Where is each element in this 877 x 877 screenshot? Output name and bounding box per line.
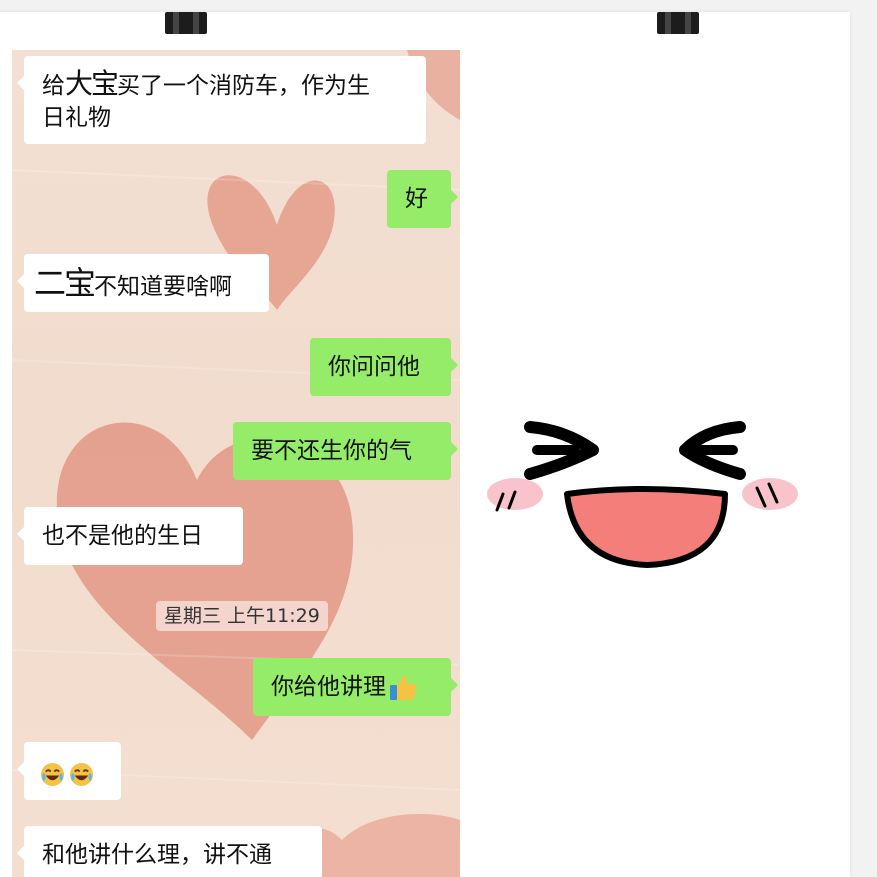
photo-board: 给大宝买了一个消防车，作为生 日礼物 好 二宝不知道要啥啊 你问问他 要不还生你… [0,12,850,877]
message-bubble-incoming[interactable]: 给大宝买了一个消防车，作为生 日礼物 [17,56,426,144]
message-text: 要不还生你的气 [251,438,412,464]
message-bubble-incoming[interactable] [17,742,121,800]
thumbs-up-icon [390,675,417,700]
message-text: 你问问他 [328,354,420,380]
message-bubble-outgoing[interactable]: 要不还生你的气 [233,422,458,480]
message-text: 不知道要啥啊 [94,274,233,300]
handwritten-overlay-text: 二宝 [34,264,96,302]
message-bubble-incoming[interactable]: 二宝不知道要啥啊 [17,254,269,312]
message-bubble-outgoing[interactable]: 好 [387,170,458,228]
message-bubble-outgoing[interactable]: 你问问他 [310,338,458,396]
message-text: 和他讲什么理，讲不通 [42,842,272,868]
message-bubble-incoming[interactable]: 也不是他的生日 [17,507,243,565]
handwritten-overlay-text: 大宝 [65,67,119,100]
binder-clip-icon [165,12,207,34]
message-bubble-outgoing[interactable]: 你给他讲理 [253,658,458,716]
message-text: 你给他讲理 [271,674,386,700]
chat-screenshot: 给大宝买了一个消防车，作为生 日礼物 好 二宝不知道要啥啊 你问问他 要不还生你… [12,50,460,877]
crying-laughing-face-icon [40,762,65,787]
chat-timestamp: 星期三 上午11:29 [156,601,328,631]
message-text: 也不是他的生日 [42,523,203,549]
message-text: 日礼物 [42,105,111,131]
message-text: 给 [42,73,65,99]
laughing-face-sticker-icon [487,421,798,568]
crying-laughing-face-icon [69,762,94,787]
binder-clip-icon [657,12,699,34]
message-text: 买了一个消防车，作为生 [117,73,371,99]
message-text: 好 [405,186,428,212]
message-bubble-incoming[interactable]: 和他讲什么理，讲不通 [17,826,322,877]
